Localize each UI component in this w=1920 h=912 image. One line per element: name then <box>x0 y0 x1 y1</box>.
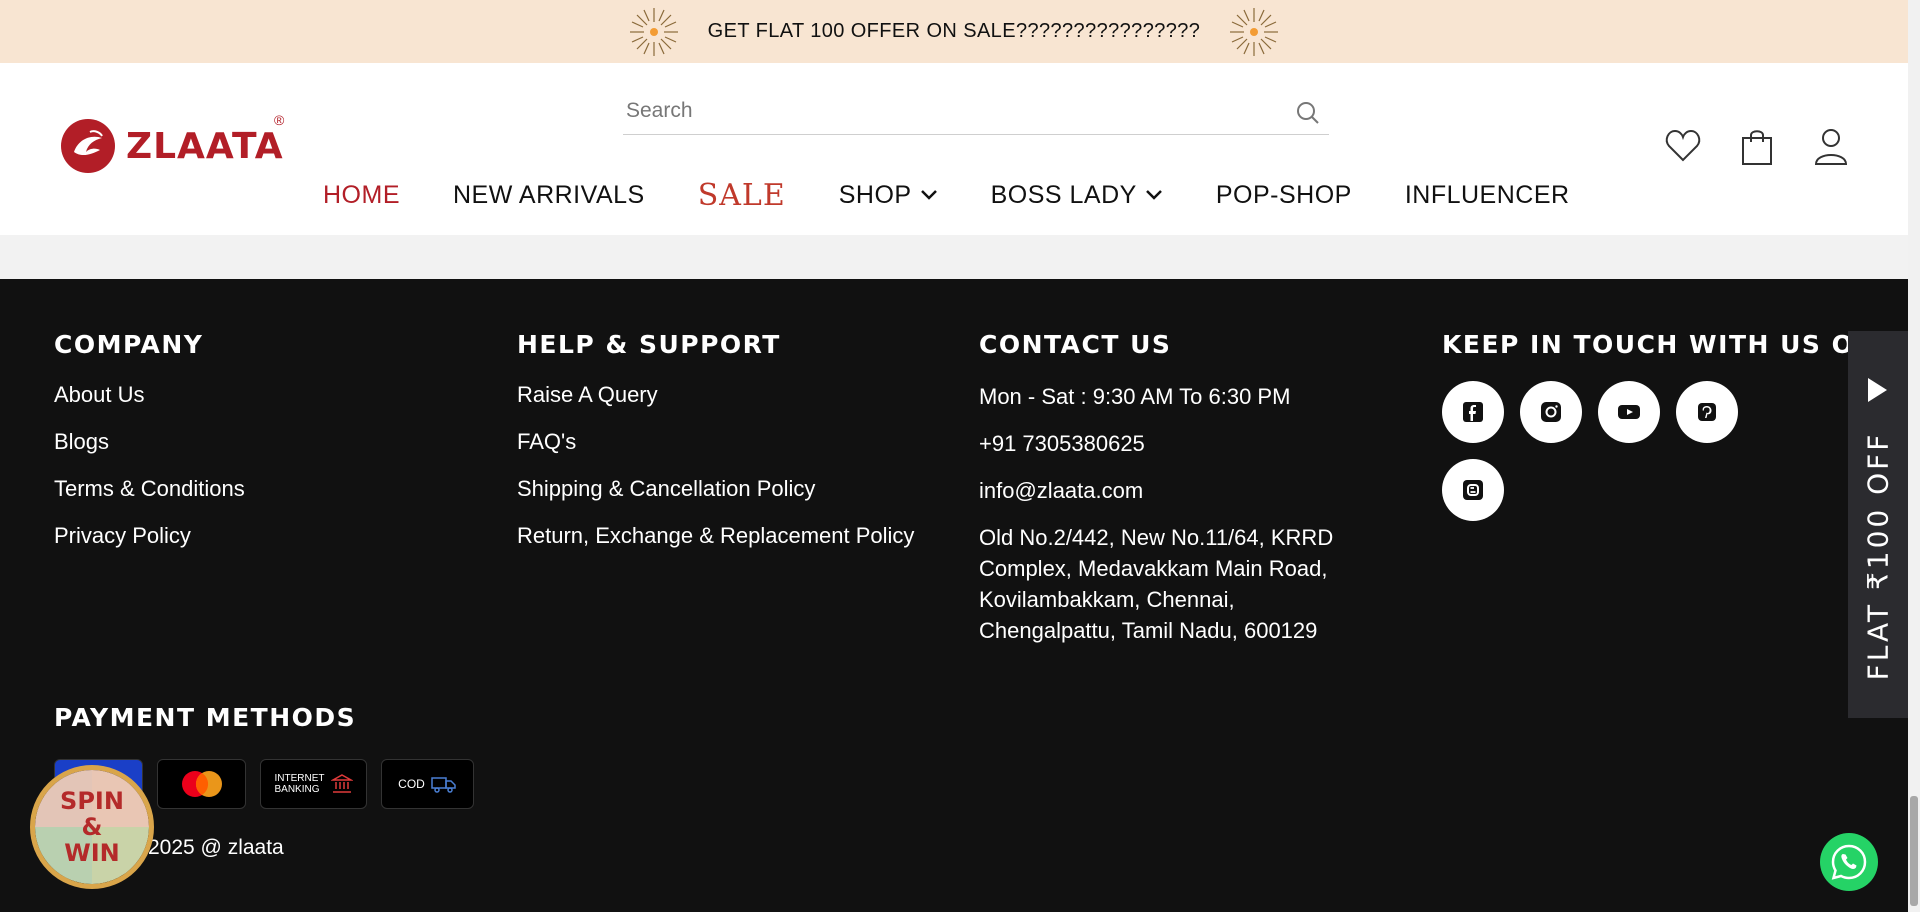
mastercard-logo-icon <box>181 771 222 797</box>
nav-boss-lady-label: BOSS LADY <box>990 180 1137 209</box>
search-bar <box>623 91 1329 135</box>
chevron-down-icon <box>1145 190 1162 200</box>
footer-social: KEEP IN TOUCH WITH US ON <box>1442 330 1877 521</box>
facebook-icon[interactable] <box>1442 381 1504 443</box>
footer-link-shipping[interactable]: Shipping & Cancellation Policy <box>517 475 914 503</box>
footer-company-heading: COMPANY <box>54 330 204 359</box>
internet-banking-label-1: INTERNET <box>274 773 325 784</box>
nav-sale[interactable]: SALE <box>698 178 786 213</box>
footer-link-blogs[interactable]: Blogs <box>54 428 245 456</box>
spin-label-1: SPIN <box>60 787 124 815</box>
page-scrollbar[interactable] <box>1908 0 1920 912</box>
nav-home[interactable]: HOME <box>323 181 400 210</box>
logo-registered-mark: ® <box>274 112 285 128</box>
contact-email[interactable]: info@zlaata.com <box>979 475 1359 506</box>
payment-methods-heading: PAYMENT METHODS <box>54 703 357 732</box>
whatsapp-chat-button[interactable] <box>1820 833 1878 891</box>
header-actions <box>1664 126 1850 166</box>
social-links <box>1442 381 1762 521</box>
footer-company: COMPANY About Us Blogs Terms & Condition… <box>54 330 245 569</box>
footer-help: HELP & SUPPORT Raise A Query FAQ's Shipp… <box>517 330 914 569</box>
logo-text: ZLAATA <box>126 125 284 167</box>
chevron-down-icon <box>920 190 937 200</box>
pinterest-icon[interactable] <box>1676 381 1738 443</box>
footer-contact-heading: CONTACT US <box>979 330 1172 359</box>
footer-link-about-us[interactable]: About Us <box>54 381 245 409</box>
blogger-icon[interactable] <box>1442 459 1504 521</box>
firework-icon <box>1230 7 1279 56</box>
footer-link-faq[interactable]: FAQ's <box>517 428 914 456</box>
cod-label: COD <box>398 777 425 791</box>
nav-new-arrivals[interactable]: NEW ARRIVALS <box>453 181 645 210</box>
internet-banking-label-2: BANKING <box>274 784 320 795</box>
cod-card: COD <box>381 759 474 809</box>
bank-building-icon <box>330 774 353 793</box>
delivery-truck-icon <box>431 777 456 793</box>
mastercard-icon <box>157 759 246 809</box>
scrollbar-thumb[interactable] <box>1910 796 1918 906</box>
firework-icon <box>629 7 678 56</box>
footer-help-heading: HELP & SUPPORT <box>517 330 781 359</box>
contact-phone[interactable]: +91 7305380625 <box>979 428 1359 459</box>
user-account-icon[interactable] <box>1812 126 1850 166</box>
contact-address: Old No.2/442, New No.11/64, KRRD Complex… <box>979 525 1334 643</box>
nav-shop-label: SHOP <box>838 180 912 209</box>
page-content-strip <box>0 235 1908 279</box>
youtube-icon[interactable] <box>1598 381 1660 443</box>
flat-offer-side-tab[interactable]: FLAT ₹100 OFF <box>1848 331 1908 718</box>
nav-boss-lady[interactable]: BOSS LADY <box>991 181 1163 210</box>
contact-hours: Mon - Sat : 9:30 AM To 6:30 PM <box>979 384 1291 409</box>
whatsapp-icon <box>1831 844 1867 880</box>
nav-pop-shop[interactable]: POP-SHOP <box>1216 181 1352 210</box>
nav-influencer[interactable]: INFLUENCER <box>1405 181 1570 210</box>
nav-shop[interactable]: SHOP <box>839 181 938 210</box>
spin-label-2: & <box>81 813 103 841</box>
search-icon[interactable] <box>1295 100 1321 126</box>
side-tab-text: FLAT ₹100 OFF <box>1861 431 1895 681</box>
footer-link-returns[interactable]: Return, Exchange & Replacement Policy <box>517 522 914 550</box>
spin-and-win-button[interactable]: SPIN & WIN <box>30 765 154 889</box>
logo-emblem-icon <box>61 119 115 173</box>
brand-logo[interactable]: ZLAATA ® <box>60 112 284 174</box>
announcement-text: GET FLAT 100 OFFER ON SALE??????????????… <box>707 20 1201 42</box>
internet-banking-card: INTERNET BANKING <box>260 759 367 809</box>
footer-link-raise-query[interactable]: Raise A Query <box>517 381 914 409</box>
copyright-text: 2025 @ zlaata <box>148 836 284 859</box>
shopping-bag-icon[interactable] <box>1738 126 1776 166</box>
announcement-bar: GET FLAT 100 OFFER ON SALE??????????????… <box>0 0 1908 63</box>
instagram-icon[interactable] <box>1520 381 1582 443</box>
main-nav: HOME NEW ARRIVALS SALE SHOP BOSS LADY PO… <box>323 170 1623 220</box>
spin-label-3: WIN <box>64 839 120 867</box>
site-header: ZLAATA ® HOME NEW ARRIVALS SALE SHOP BOS… <box>0 63 1908 235</box>
footer-contact: CONTACT US Mon - Sat : 9:30 AM To 6:30 P… <box>979 330 1359 662</box>
play-arrow-icon <box>1868 378 1887 402</box>
footer-link-terms[interactable]: Terms & Conditions <box>54 475 245 503</box>
search-input[interactable] <box>623 91 1263 131</box>
wishlist-heart-icon[interactable] <box>1664 126 1702 166</box>
footer-social-heading: KEEP IN TOUCH WITH US ON <box>1442 330 1877 359</box>
footer-link-privacy[interactable]: Privacy Policy <box>54 522 245 550</box>
